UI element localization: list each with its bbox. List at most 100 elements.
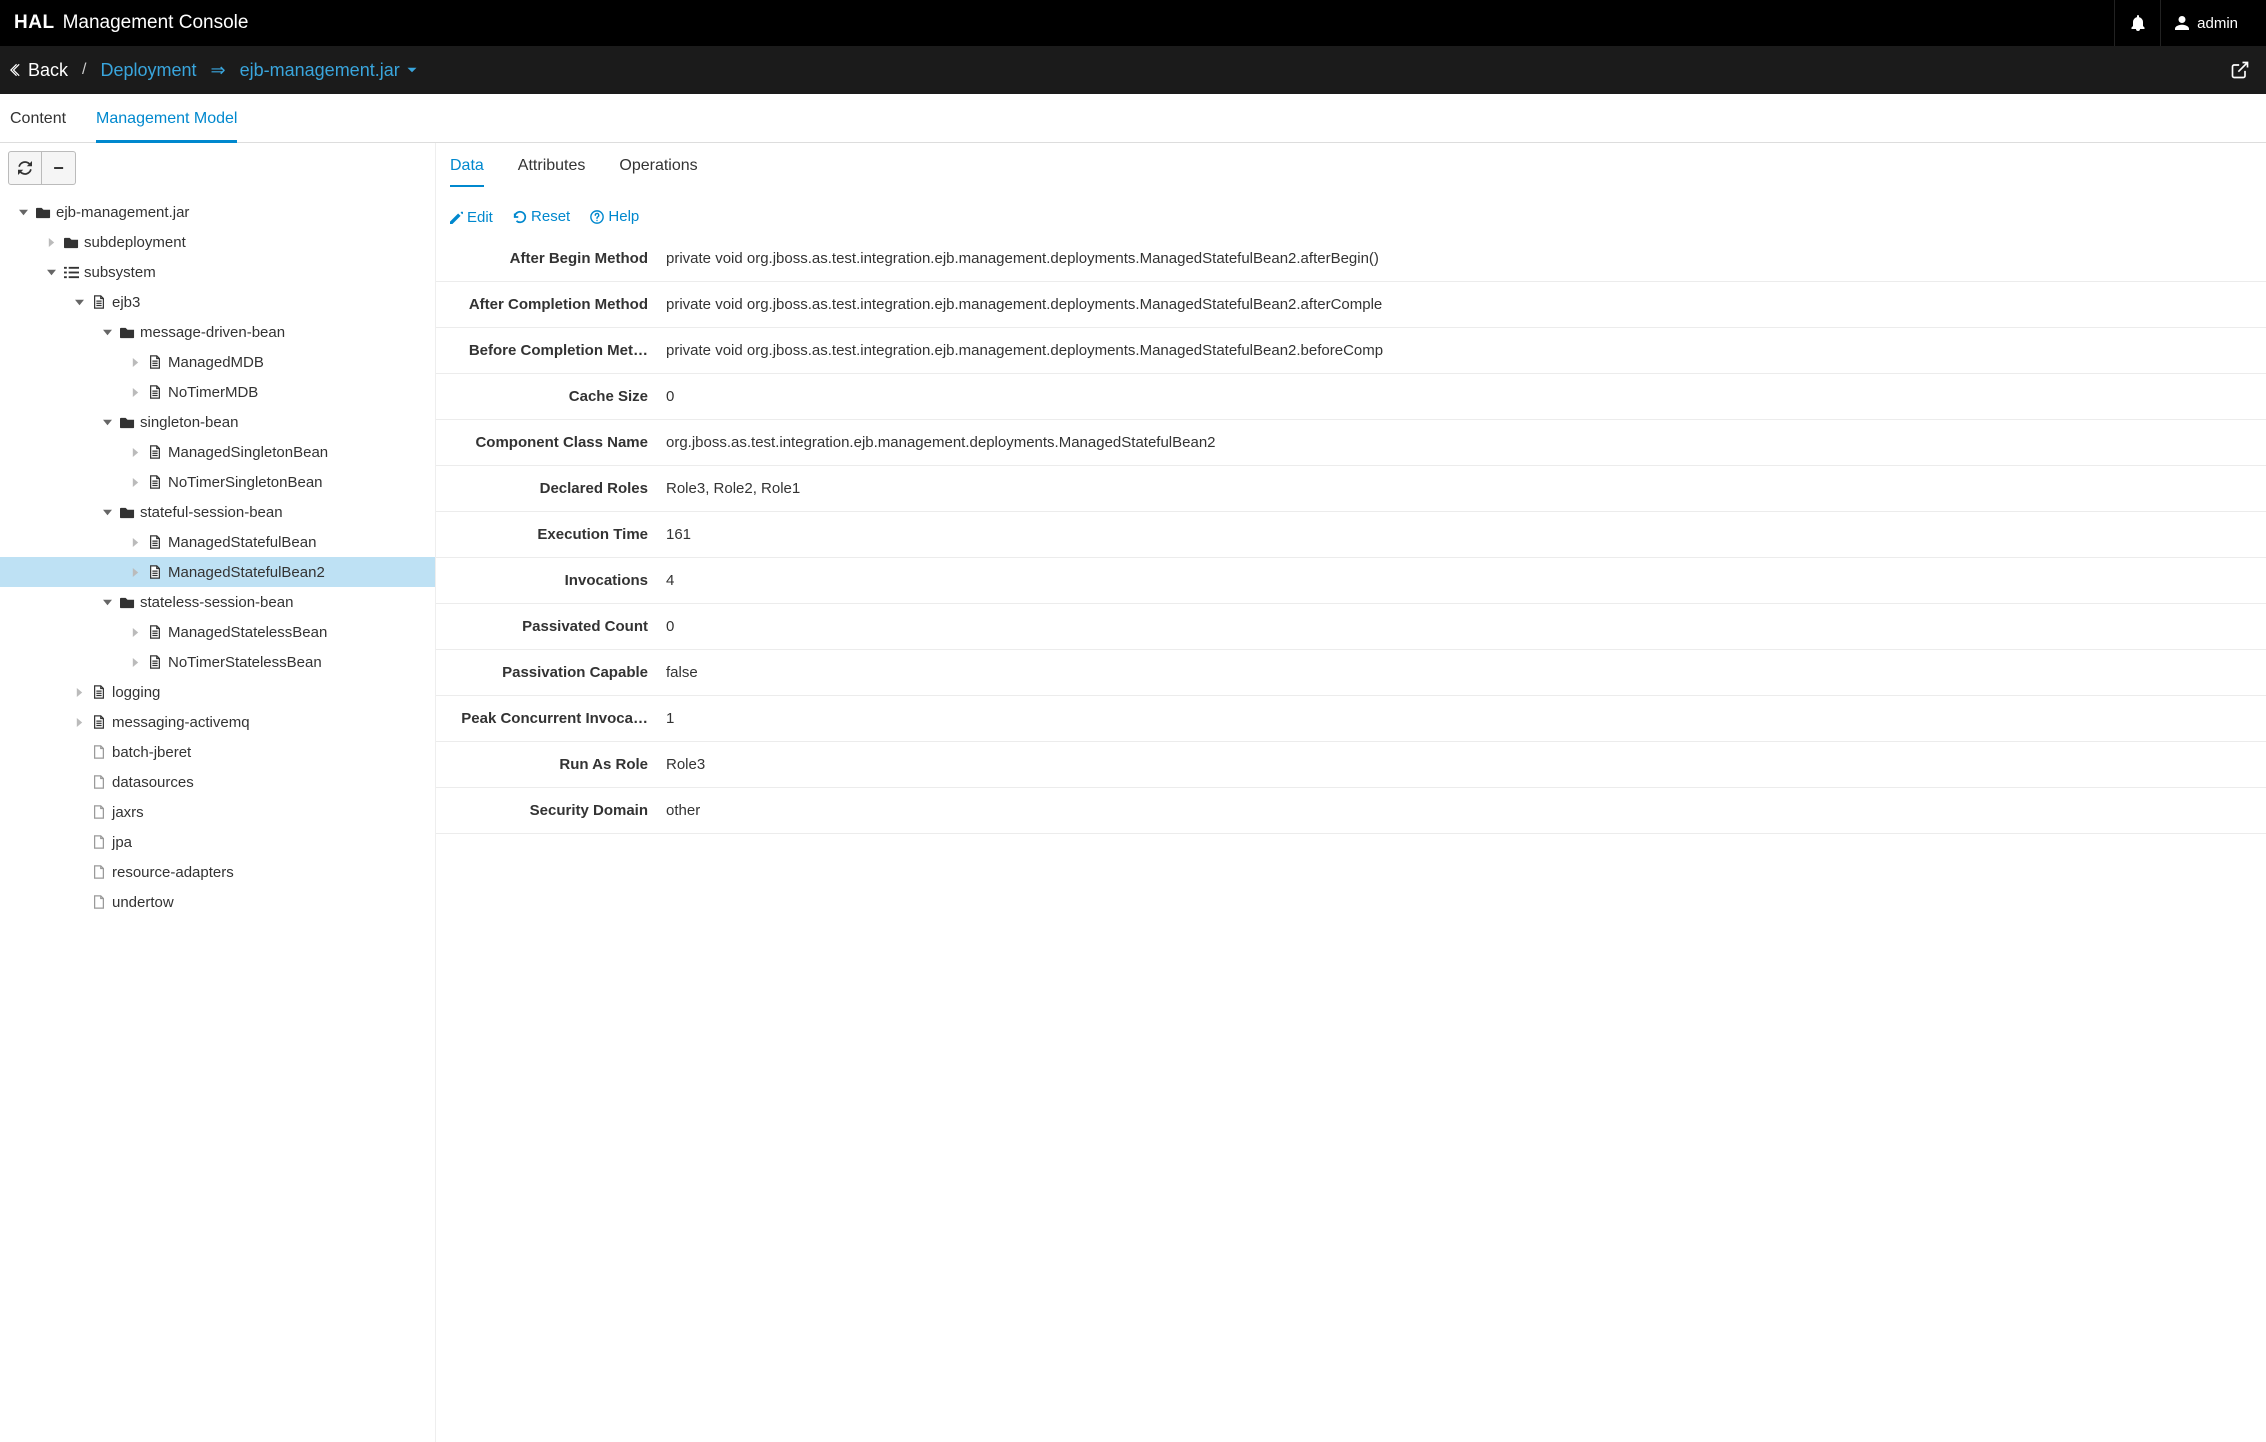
tree-caret-icon [126,448,144,457]
sidebar-controls: − [0,143,435,193]
user-menu[interactable]: admin [2160,0,2252,46]
data-label: Run As Role [436,756,666,773]
data-label: Security Domain [436,802,666,819]
tree-row[interactable]: ManagedMDB [0,347,435,377]
tree-row[interactable]: stateless-session-bean [0,587,435,617]
tree-caret-icon [70,298,88,307]
tab-management-model[interactable]: Management Model [96,94,237,143]
back-label: Back [28,60,68,81]
breadcrumb: Back / Deployment ⇒ ejb-management.jar [10,60,418,81]
edit-label: Edit [467,209,493,226]
tree-label: NoTimerMDB [166,384,258,401]
breadcrumb-target-dropdown[interactable]: ejb-management.jar [240,60,418,81]
tree-row[interactable]: logging [0,677,435,707]
tree-row[interactable]: datasources [0,767,435,797]
folder-icon [116,325,138,340]
data-value: 161 [666,526,2266,543]
file-icon [144,535,166,549]
data-row: Before Completion Met…private void org.j… [436,328,2266,374]
data-row: Invocations4 [436,558,2266,604]
tree-row[interactable]: stateful-session-bean [0,497,435,527]
tree-row[interactable]: message-driven-bean [0,317,435,347]
file-icon [144,475,166,489]
sidebar: − ejb-management.jar subdeployment subsyst… [0,143,436,1442]
folder-icon [116,415,138,430]
tree-label: subdeployment [82,234,186,251]
undo-icon [513,210,527,224]
tree-label: ManagedMDB [166,354,264,371]
breadcrumb-bar: Back / Deployment ⇒ ejb-management.jar [0,46,2266,94]
tree-scroll[interactable]: ejb-management.jar subdeployment subsystem… [0,193,435,1442]
data-row: Security Domainother [436,788,2266,834]
tree-row[interactable]: messaging-activemq [0,707,435,737]
tab-data[interactable]: Data [450,157,484,187]
tree-label: ManagedStatelessBean [166,624,327,641]
tree-row[interactable]: ejb-management.jar [0,197,435,227]
tab-operations[interactable]: Operations [619,157,697,187]
tree-label: messaging-activemq [110,714,250,731]
file-icon [144,565,166,579]
back-button[interactable]: Back [10,60,68,81]
brand: HAL Management Console [14,12,248,34]
tree-caret-icon [42,238,60,247]
brand-bold: HAL [14,12,55,34]
refresh-button[interactable] [8,151,42,185]
tree-row[interactable]: ManagedStatefulBean2 [0,557,435,587]
tree-row[interactable]: ManagedStatefulBean [0,527,435,557]
main: − ejb-management.jar subdeployment subsyst… [0,143,2266,1442]
tree: ejb-management.jar subdeployment subsystem… [0,193,435,937]
topbar: HAL Management Console admin [0,0,2266,46]
file-o-icon [88,805,110,819]
tree-row[interactable]: subdeployment [0,227,435,257]
tree-label: jaxrs [110,804,144,821]
data-row: Component Class Nameorg.jboss.as.test.in… [436,420,2266,466]
collapse-button[interactable]: − [42,151,76,185]
tree-row[interactable]: NoTimerMDB [0,377,435,407]
topbar-right: admin [2114,0,2252,46]
help-button[interactable]: Help [590,208,639,225]
tree-row[interactable]: singleton-bean [0,407,435,437]
open-external-button[interactable] [2224,60,2256,80]
data-value: private void org.jboss.as.test.integrati… [666,342,2266,359]
tree-row[interactable]: resource-adapters [0,857,435,887]
data-value: org.jboss.as.test.integration.ejb.manage… [666,434,2266,451]
tree-row[interactable]: subsystem [0,257,435,287]
tree-caret-icon [126,388,144,397]
folder-icon [60,235,82,250]
tree-row[interactable]: ejb3 [0,287,435,317]
pencil-icon [450,211,463,224]
tree-label: resource-adapters [110,864,234,881]
reset-button[interactable]: Reset [513,208,570,225]
tree-row[interactable]: batch-jberet [0,737,435,767]
data-row: Run As RoleRole3 [436,742,2266,788]
data-row: Passivation Capablefalse [436,650,2266,696]
notifications-button[interactable] [2114,0,2160,46]
tree-row[interactable]: undertow [0,887,435,917]
tree-caret-icon [98,508,116,517]
edit-button[interactable]: Edit [450,209,493,226]
tree-caret-icon [98,418,116,427]
tree-caret-icon [126,358,144,367]
file-icon [144,445,166,459]
tree-label: jpa [110,834,132,851]
help-label: Help [608,208,639,225]
tree-row[interactable]: NoTimerStatelessBean [0,647,435,677]
tab-attributes[interactable]: Attributes [518,157,586,187]
breadcrumb-deployment[interactable]: Deployment [100,60,196,81]
tree-row[interactable]: NoTimerSingletonBean [0,467,435,497]
tree-row[interactable]: ManagedSingletonBean [0,437,435,467]
tree-caret-icon [98,328,116,337]
folder-icon [116,595,138,610]
tree-label: undertow [110,894,174,911]
breadcrumb-arrow-icon: ⇒ [211,60,226,81]
data-label: Before Completion Met… [436,342,666,359]
tree-caret-icon [70,718,88,727]
tree-row[interactable]: ManagedStatelessBean [0,617,435,647]
file-icon [144,655,166,669]
data-value: private void org.jboss.as.test.integrati… [666,250,2266,267]
data-value: 0 [666,618,2266,635]
tab-content[interactable]: Content [10,94,66,142]
tree-row[interactable]: jaxrs [0,797,435,827]
tree-row[interactable]: jpa [0,827,435,857]
folder-icon [116,505,138,520]
